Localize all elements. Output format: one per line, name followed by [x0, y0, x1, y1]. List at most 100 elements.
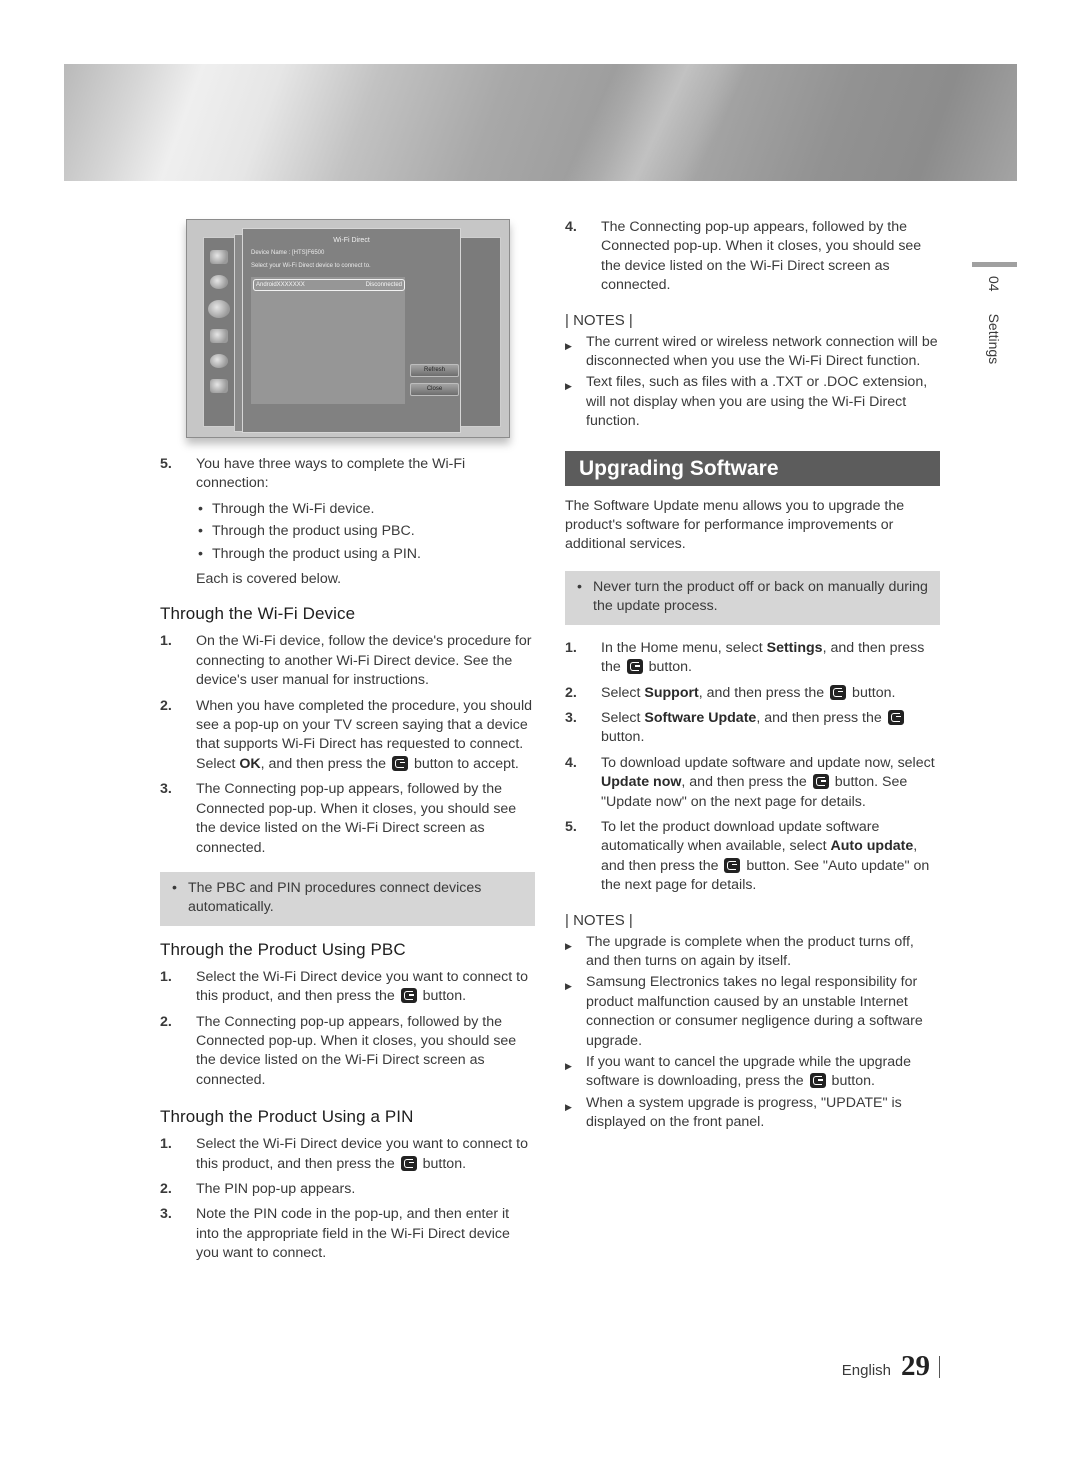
note-text: Never turn the product off or back on ma…	[593, 578, 928, 615]
refresh-button[interactable]: Refresh	[410, 364, 459, 377]
step-item: 2. Select Support, and then press the bu…	[565, 684, 940, 703]
bullet-text: Through the Wi-Fi device.	[212, 500, 375, 517]
note-item: ▶ If you want to cancel the upgrade while…	[565, 1053, 940, 1092]
step-item: 3. The Connecting pop-up appears, follow…	[160, 780, 535, 858]
notes-title: | NOTES |	[565, 911, 633, 929]
enter-button-icon	[400, 1155, 417, 1171]
step-number: 2.	[160, 1013, 172, 1030]
footer-divider	[939, 1355, 940, 1378]
step-number: 1.	[160, 633, 172, 650]
note-text: The upgrade is complete when the product…	[586, 933, 914, 969]
step-number: 1.	[160, 968, 172, 985]
enter-button-icon	[724, 857, 741, 873]
page-number: 29	[901, 1350, 930, 1382]
note-text: When a system upgrade is progress, "UPDA…	[586, 1094, 902, 1131]
step-number: 3.	[160, 781, 172, 798]
device-name-line: Device Name : [HTS]F6500	[251, 250, 325, 256]
bullet-item: • Through the product using a PIN.	[160, 545, 535, 564]
note-text: If you want to cancel the upgrade while …	[586, 1054, 911, 1090]
page-footer: English 29	[842, 1350, 940, 1383]
note-text: Samsung Electronics takes no legal respo…	[586, 974, 923, 1049]
step-number: 5.	[160, 456, 172, 472]
bullet-item: • Through the Wi-Fi device.	[160, 500, 535, 519]
step-text: Select the Wi-Fi Direct device you want …	[196, 1136, 528, 1172]
step-item: 1. In the Home menu, select Settings, an…	[565, 639, 940, 678]
close-button[interactable]: Close	[410, 383, 459, 396]
step-item: 4. The Connecting pop-up appears, follow…	[565, 218, 940, 296]
device-status: Disconnected	[365, 282, 402, 288]
note-text: The current wired or wireless network co…	[586, 333, 938, 370]
step-item: 5. To let the product download update so…	[565, 818, 940, 896]
settings-menu-icons	[205, 250, 233, 404]
step-number: 2.	[160, 697, 172, 714]
step-item: 2. The Connecting pop-up appears, follow…	[160, 1013, 535, 1091]
note-item: ▶ When a system upgrade is progress, "UPD…	[565, 1094, 940, 1133]
section-heading: Through the Product Using a PIN	[160, 1107, 414, 1127]
note-item: ▶ Text files, such as files with a .TXT o…	[565, 373, 940, 431]
step-number: 4.	[565, 754, 577, 771]
triangle-bullet-icon: ▶	[565, 940, 572, 951]
triangle-bullet-icon: ▶	[565, 1061, 572, 1071]
shaded-note: • The PBC and PIN procedures connect devi…	[160, 871, 535, 926]
section-heading: Through the Wi-Fi Device	[160, 604, 356, 624]
shaded-note: • Never turn the product off or back on m…	[565, 570, 940, 625]
step-number: 5.	[565, 818, 577, 835]
note-text: The PBC and PIN procedures connect devic…	[188, 879, 482, 916]
step-text: Note the PIN code in the pop-up, and the…	[196, 1206, 510, 1262]
step-number: 1.	[565, 639, 577, 656]
chapter-side-tab: 04 Settings	[972, 262, 1017, 382]
step-item: 2. The PIN pop-up appears.	[160, 1180, 535, 1199]
step-text: You have three ways to complete the Wi-F…	[196, 456, 466, 492]
each-covered-text: Each is covered below.	[196, 571, 342, 588]
step-item: 1. Select the Wi-Fi Direct device you wa…	[160, 1135, 535, 1174]
chapter-number: 04	[986, 276, 1002, 292]
step-item: 1. On the Wi-Fi device, follow the devic…	[160, 632, 535, 690]
step-text: The Connecting pop-up appears, followed …	[601, 219, 922, 294]
wifi-direct-dialog: Wi-Fi Direct Device Name : [HTS]F6500 Se…	[242, 228, 461, 433]
enter-button-icon	[400, 988, 417, 1004]
enter-button-icon	[812, 774, 829, 790]
step-text: In the Home menu, select Settings, and t…	[601, 639, 925, 676]
enter-button-icon	[626, 659, 643, 675]
step-item: 3. Note the PIN code in the pop-up, and …	[160, 1205, 535, 1263]
bullet-text: Through the product using a PIN.	[212, 545, 421, 562]
bullet-item: • Through the product using PBC.	[160, 522, 535, 541]
gear-icon	[210, 354, 228, 368]
step-number: 3.	[160, 1206, 172, 1223]
enter-button-icon	[392, 755, 409, 771]
smart-hub-icon	[210, 329, 228, 343]
support-icon	[210, 379, 228, 393]
device-list: AndroidXXXXXXX Disconnected	[251, 277, 405, 404]
note-item: ▶ The current wired or wireless network c…	[565, 333, 940, 372]
note-item: ▶ The upgrade is complete when the produc…	[565, 933, 940, 972]
triangle-bullet-icon: ▶	[565, 340, 572, 351]
step-text: To download update software and update n…	[601, 754, 935, 810]
step-item: 4. To download update software and updat…	[565, 754, 940, 812]
step-item: 5. You have three ways to complete the W…	[160, 455, 535, 494]
step-number: 1.	[160, 1136, 172, 1153]
step-number: 3.	[565, 709, 577, 726]
step-item: 3. Select Software Update, and then pres…	[565, 709, 940, 748]
section-title-bar: Upgrading Software	[565, 450, 940, 486]
device-list-item[interactable]: AndroidXXXXXXX Disconnected	[253, 279, 405, 291]
chapter-title: Settings	[986, 313, 1002, 365]
step-text: Select Software Update, and then press t…	[601, 709, 940, 748]
triangle-bullet-icon: ▶	[565, 1101, 572, 1112]
left-column: 5. You have three ways to complete the W…	[160, 455, 535, 1270]
enter-button-icon	[830, 684, 847, 700]
step-number: 2.	[565, 684, 577, 701]
step-text: On the Wi-Fi device, follow the device's…	[196, 633, 532, 689]
step-text: Select Support, and then press the butto…	[601, 684, 896, 701]
network-icon	[208, 300, 230, 318]
triangle-bullet-icon: ▶	[565, 981, 572, 992]
triangle-bullet-icon: ▶	[565, 381, 572, 392]
step-item: 2. When you have completed the procedure…	[160, 697, 535, 775]
device-name: AndroidXXXXXXX	[256, 282, 305, 288]
notes-title: | NOTES |	[565, 311, 633, 329]
right-column: 4. The Connecting pop-up appears, follow…	[565, 218, 940, 1135]
section-intro: The Software Update menu allows you to u…	[565, 497, 905, 553]
step-text: The Connecting pop-up appears, followed …	[196, 1013, 517, 1088]
picture-icon	[210, 250, 228, 264]
note-text: Text files, such as files with a .TXT or…	[586, 374, 928, 430]
chapter-label: 04 Settings	[986, 276, 1002, 364]
